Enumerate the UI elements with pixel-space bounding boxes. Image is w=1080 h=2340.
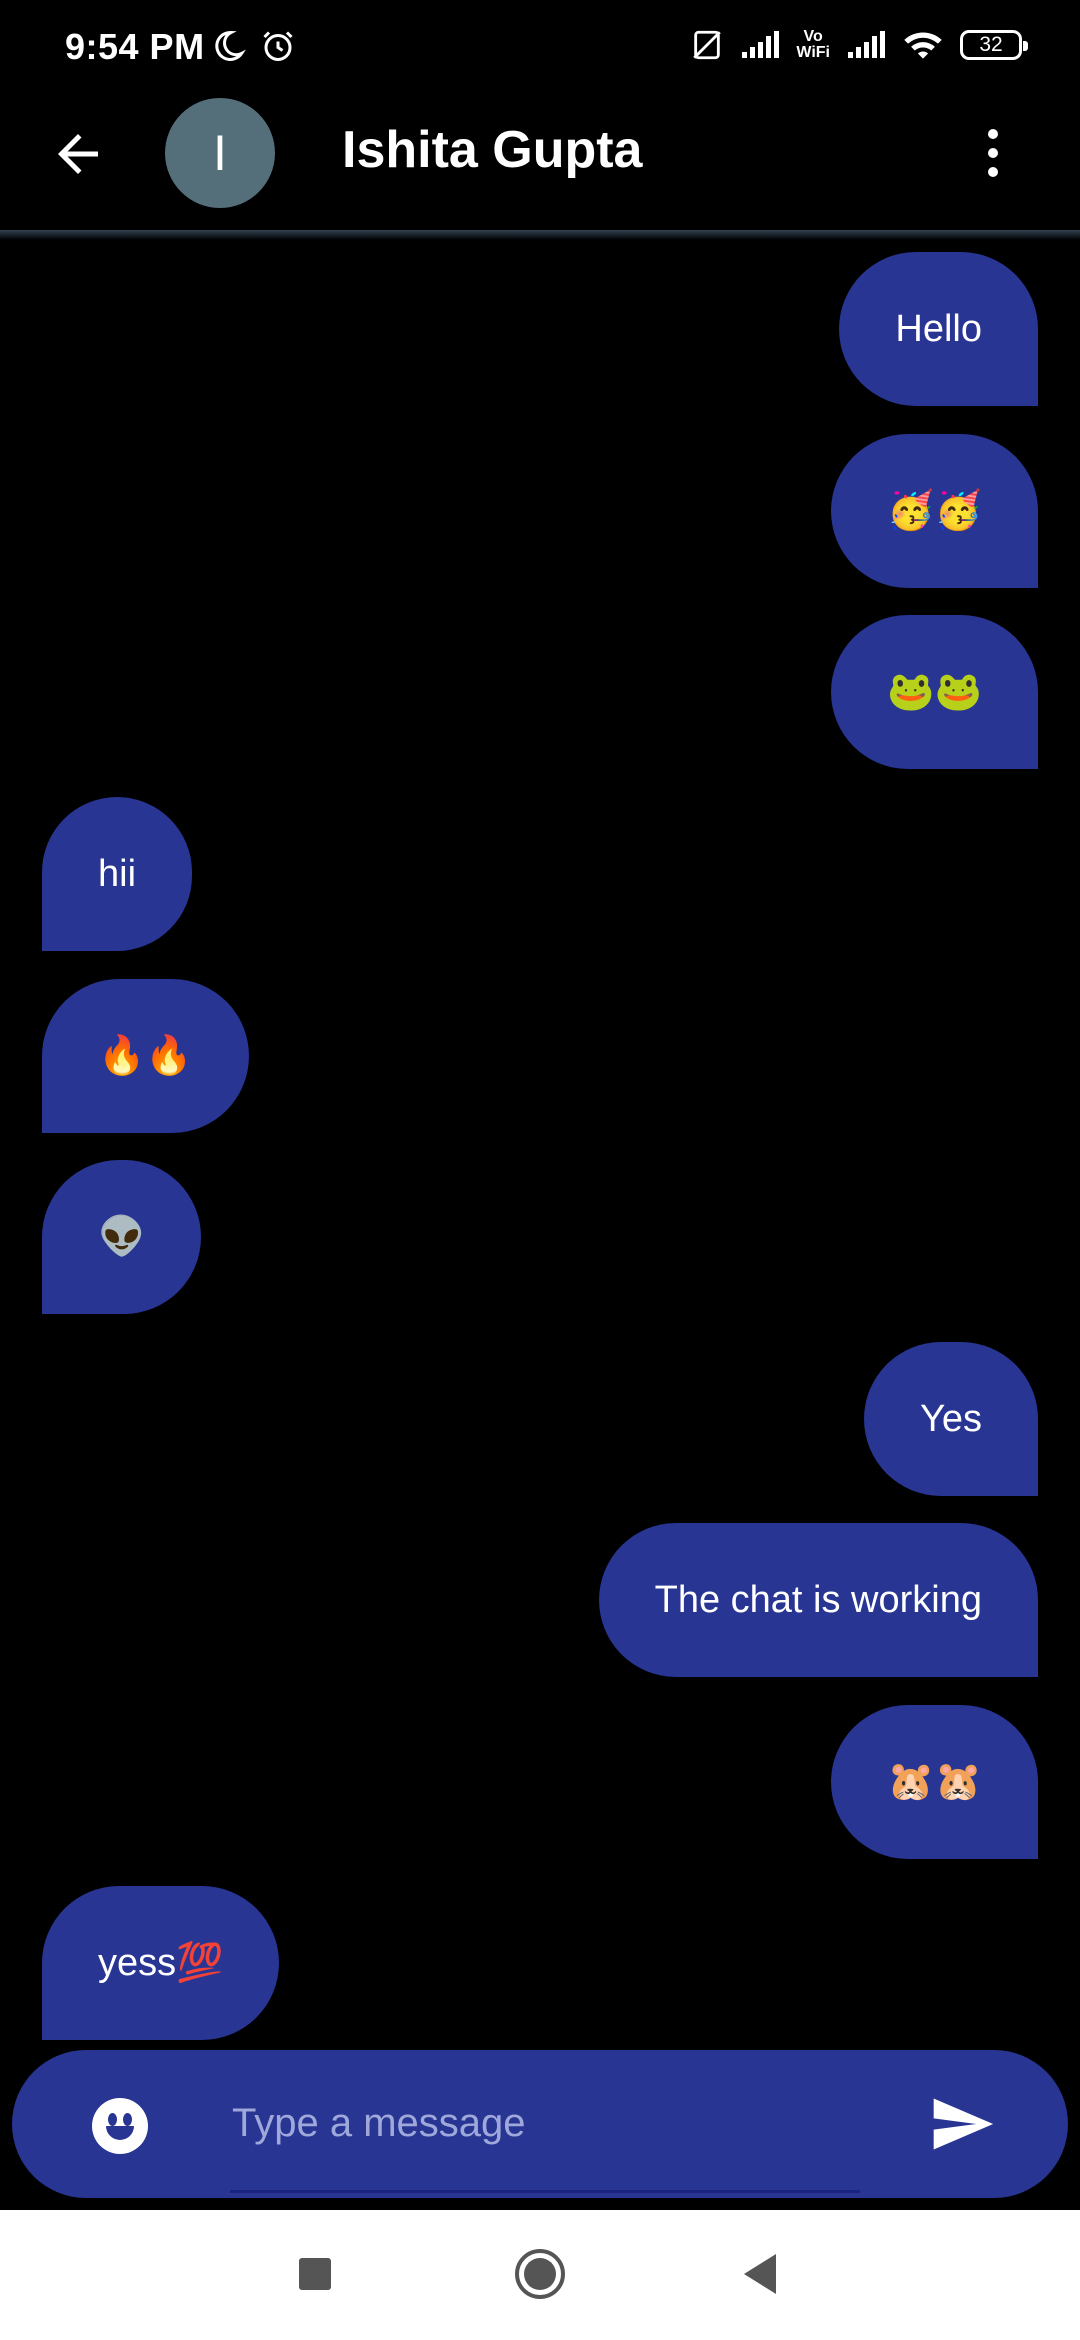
no-sim-icon: [693, 30, 722, 60]
alarm-icon: [263, 31, 293, 61]
message-bubble-received[interactable]: hii: [42, 797, 193, 951]
message-bubble-sent[interactable]: The chat is working: [598, 1523, 1038, 1677]
message-input[interactable]: [230, 2086, 864, 2160]
battery-icon: 32: [960, 30, 1028, 60]
wifi-icon: [904, 32, 942, 59]
message-bubble-sent[interactable]: 🥳🥳: [831, 434, 1038, 588]
home-icon[interactable]: [514, 2248, 566, 2300]
message-bubble-received[interactable]: 🔥🔥: [42, 979, 249, 1133]
status-bar: 9:54 PM Vo WiFi 32: [0, 0, 1080, 96]
send-icon[interactable]: [928, 2090, 996, 2158]
recents-icon[interactable]: [299, 2258, 331, 2290]
back-arrow-icon[interactable]: [48, 124, 108, 184]
message-bubble-received[interactable]: 👽: [42, 1160, 202, 1314]
status-time: 9:54 PM: [65, 26, 205, 67]
message-bubble-sent[interactable]: Yes: [864, 1342, 1038, 1496]
moon-icon: [215, 30, 246, 61]
message-bubble-sent[interactable]: 🐹🐹: [831, 1705, 1038, 1859]
more-vert-icon[interactable]: [975, 124, 1011, 184]
vowifi-icon: Vo WiFi: [796, 28, 830, 61]
nav-back-icon[interactable]: [740, 2250, 780, 2298]
signal-icon: [742, 31, 780, 58]
message-bubble-sent[interactable]: 🐸🐸: [831, 615, 1038, 769]
message-composer: [12, 2050, 1068, 2198]
signal-icon-2: [848, 31, 885, 58]
avatar[interactable]: I: [165, 98, 275, 208]
message-bubble-received[interactable]: yess💯: [42, 1886, 280, 2040]
emoji-icon[interactable]: [92, 2098, 148, 2154]
chat-header: I Ishita Gupta: [0, 96, 1080, 232]
header-divider: [0, 230, 1080, 240]
contact-name[interactable]: Ishita Gupta: [342, 120, 642, 180]
message-bubble-sent[interactable]: Hello: [839, 252, 1038, 406]
input-underline: [230, 2190, 860, 2193]
system-nav-bar: [0, 2210, 1080, 2340]
